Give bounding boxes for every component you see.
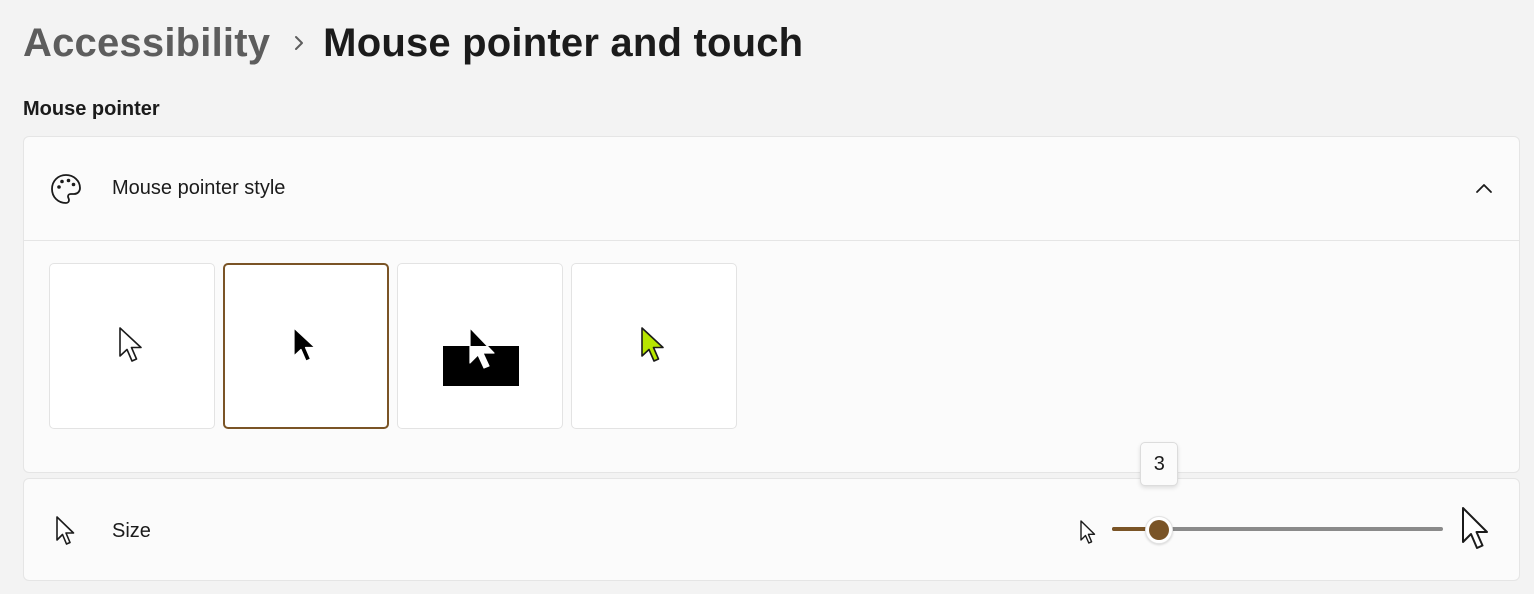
breadcrumb: Accessibility Mouse pointer and touch <box>23 14 803 72</box>
palette-icon <box>49 172 83 206</box>
section-title: Mouse pointer <box>23 98 160 120</box>
chevron-up-icon[interactable] <box>1475 181 1493 193</box>
small-cursor-icon <box>1079 519 1097 546</box>
size-card: Size <box>23 478 1520 581</box>
cursor-inverted-icon <box>443 327 519 386</box>
pointer-style-option-black[interactable] <box>223 263 389 429</box>
cursor-icon <box>55 515 77 547</box>
size-slider-thumb[interactable] <box>1145 516 1174 544</box>
cursor-black-icon <box>293 327 316 362</box>
size-value-tooltip: 3 <box>1140 442 1179 486</box>
pointer-style-option-white[interactable] <box>49 263 215 429</box>
chevron-right-icon <box>292 33 306 53</box>
pointer-style-card: Mouse pointer style <box>23 136 1520 473</box>
pointer-style-header[interactable]: Mouse pointer style <box>24 137 1519 241</box>
large-cursor-icon <box>1460 505 1494 551</box>
breadcrumb-parent-link[interactable]: Accessibility <box>23 21 270 66</box>
pointer-style-label: Mouse pointer style <box>112 177 286 199</box>
pointer-style-option-custom[interactable] <box>571 263 737 429</box>
pointer-style-options <box>49 263 737 429</box>
size-label: Size <box>112 520 151 542</box>
pointer-style-option-inverted[interactable] <box>397 263 563 429</box>
cursor-custom-icon <box>641 327 664 362</box>
page-title: Mouse pointer and touch <box>323 20 804 65</box>
cursor-white-icon <box>119 327 142 362</box>
